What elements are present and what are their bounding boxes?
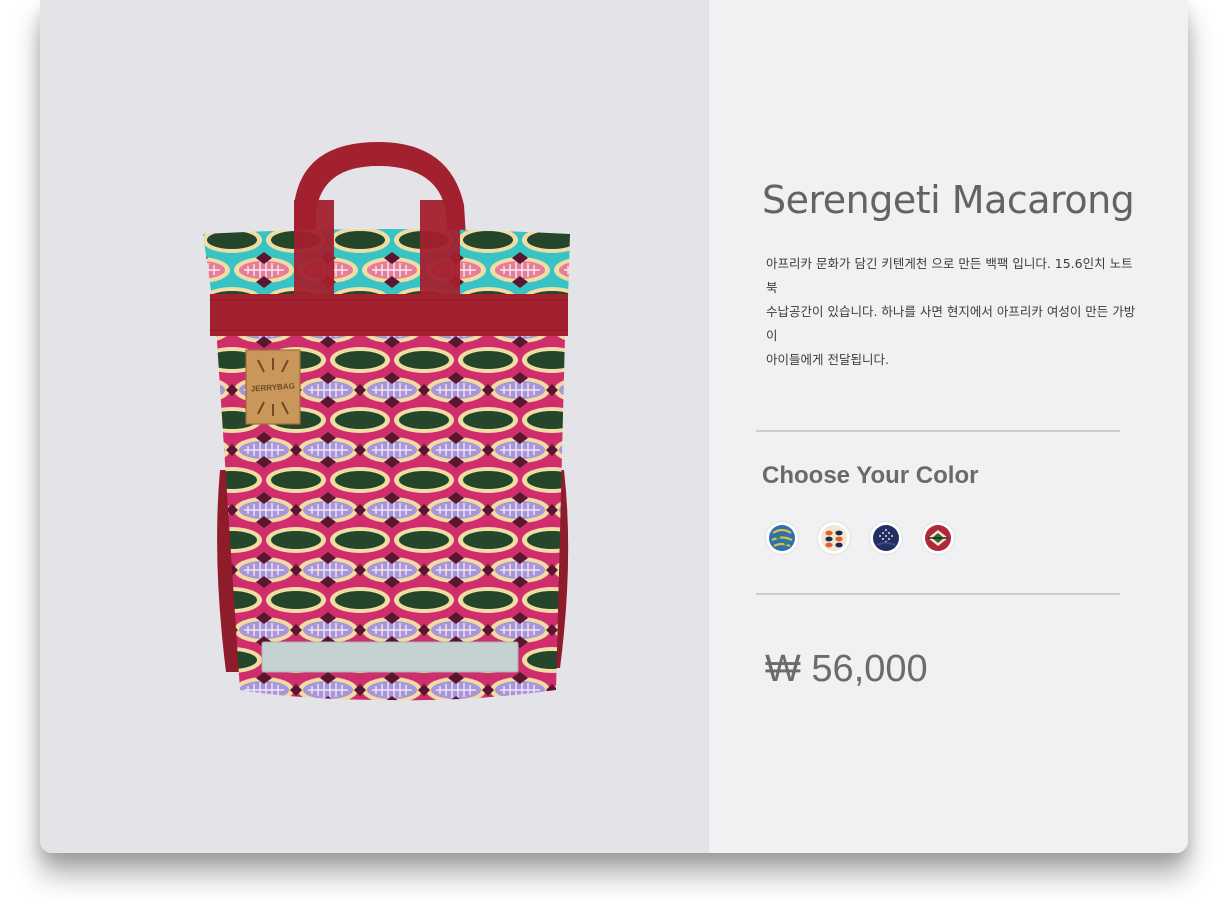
- navy-dotted-pattern-swatch[interactable]: [870, 522, 902, 554]
- description-line: 아프리카 문화가 담긴 키텐게천 으로 만든 백팩 입니다. 15.6인치 노트…: [766, 256, 1133, 295]
- color-heading: Choose Your Color: [762, 462, 979, 489]
- blue-green-pattern-swatch[interactable]: [766, 522, 798, 554]
- red-green-pattern-swatch[interactable]: [922, 522, 954, 554]
- swatch-pattern-icon: [769, 525, 795, 551]
- product-info-panel: Serengeti Macarong 아프리카 문화가 담긴 키텐게천 으로 만…: [709, 0, 1188, 853]
- product-title: Serengeti Macarong: [762, 178, 1135, 222]
- bag-top-roll: [203, 229, 570, 298]
- orange-navy-pattern-swatch[interactable]: [818, 522, 850, 554]
- description-line: 아이들에게 전달됩니다.: [766, 352, 889, 367]
- description-line: 수납공간이 있습니다. 하나를 사면 현지에서 아프리카 여성이 만든 가방이: [766, 304, 1136, 343]
- product-card: JERRYBAG Serengeti Macarong 아프리카 문화가 담긴 …: [40, 0, 1188, 853]
- product-image-panel: JERRYBAG: [40, 0, 709, 853]
- jerrybag-patch: JERRYBAG: [245, 349, 301, 425]
- backpack-image: JERRYBAG: [203, 142, 570, 701]
- swatch-pattern-icon: [821, 525, 847, 551]
- reflective-strip: [262, 642, 518, 672]
- product-price: ₩ 56,000: [765, 648, 928, 690]
- product-description: 아프리카 문화가 담긴 키텐게천 으로 만든 백팩 입니다. 15.6인치 노트…: [766, 252, 1141, 372]
- divider: [756, 593, 1120, 595]
- swatch-pattern-icon: [873, 525, 899, 551]
- divider: [756, 430, 1120, 432]
- swatch-pattern-icon: [925, 525, 951, 551]
